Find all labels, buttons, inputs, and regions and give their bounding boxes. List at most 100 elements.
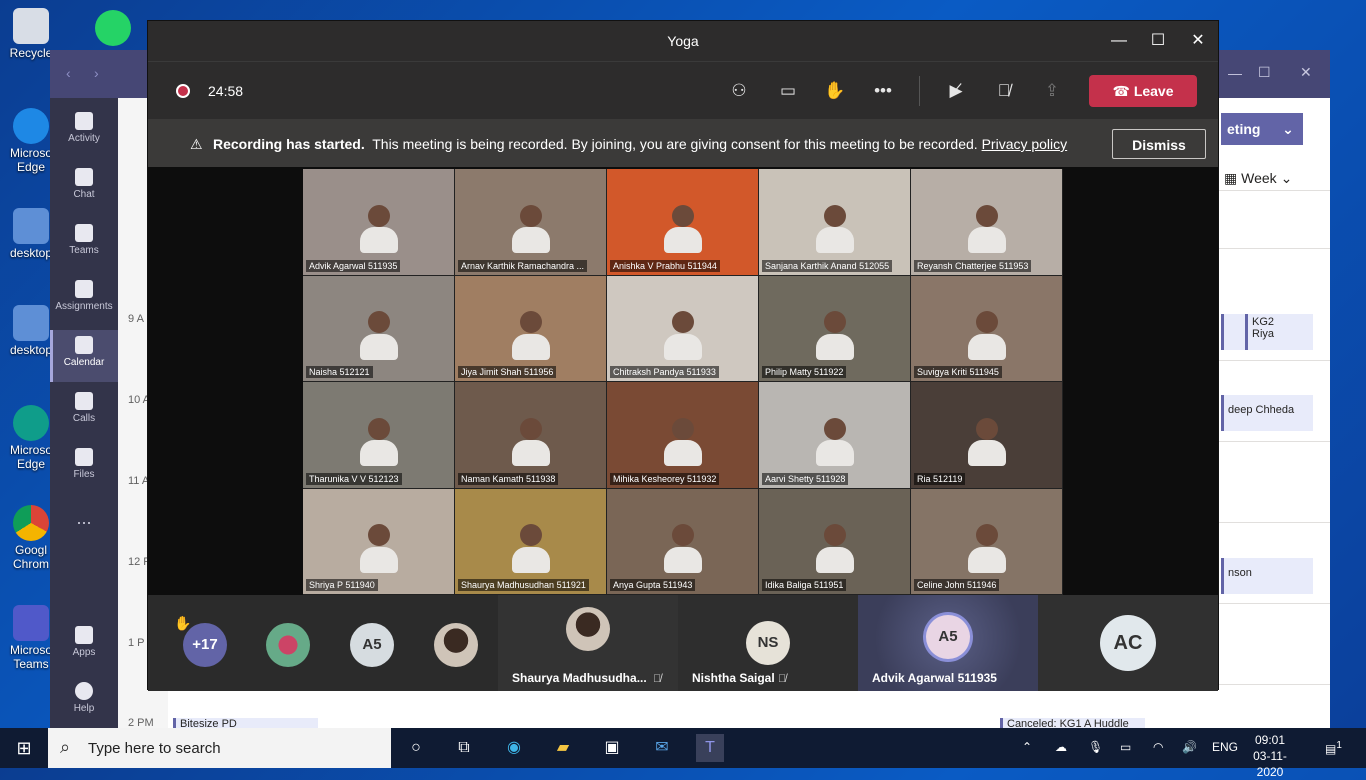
view-selector[interactable]: ▦ Week ⌄ bbox=[1224, 170, 1292, 187]
video-tile[interactable]: Philip Matty 511922 bbox=[759, 275, 911, 382]
mic-off-icon[interactable]: 🎙̸ bbox=[993, 80, 1015, 102]
video-tile[interactable]: Tharunika V V 512123 bbox=[303, 382, 455, 489]
video-tile[interactable]: Celine John 511946 bbox=[911, 488, 1063, 595]
video-tile[interactable]: Mihika Kesheorey 511932 bbox=[607, 382, 759, 489]
participant-video-body bbox=[815, 440, 854, 467]
desktop-file-icon[interactable]: desktop bbox=[6, 305, 56, 357]
edge-glyph bbox=[13, 405, 49, 441]
participant-video-head bbox=[519, 524, 542, 547]
calendar-event[interactable]: deep Chheda bbox=[1221, 395, 1313, 431]
video-tile[interactable]: Reyansh Chatterjee 511953 bbox=[911, 169, 1063, 276]
notification-icon: ▤ bbox=[1325, 742, 1337, 756]
language-indicator[interactable]: ENG bbox=[1212, 740, 1238, 754]
participant-card-active-speaker[interactable]: A5 Advik Agarwal 511935 bbox=[858, 595, 1038, 691]
chrome-shortcut-icon[interactable]: Googl Chrom bbox=[6, 505, 56, 571]
close-icon[interactable]: ✕ bbox=[1300, 64, 1312, 81]
windows-start-icon[interactable]: ⊞ bbox=[0, 728, 48, 768]
onedrive-icon[interactable]: ☁ bbox=[1055, 740, 1067, 754]
calendar-event[interactable]: KG2 Riya bbox=[1245, 314, 1313, 350]
minimize-icon[interactable]: — bbox=[1106, 29, 1132, 53]
microphone-icon[interactable]: 🎙 bbox=[1088, 740, 1103, 754]
edge-new-shortcut-icon[interactable]: Microso Edge bbox=[6, 405, 56, 471]
participant-avatar[interactable] bbox=[434, 623, 478, 667]
leave-button[interactable]: ☎ Leave bbox=[1089, 75, 1197, 107]
maximize-icon[interactable]: ☐ bbox=[1145, 29, 1171, 53]
video-tile[interactable]: Shaurya Madhusudhan 511921 bbox=[455, 488, 607, 595]
video-tile[interactable]: Advik Agarwal 511935 bbox=[303, 169, 455, 276]
teams-taskbar-icon[interactable]: T bbox=[696, 734, 724, 762]
meet-now-button[interactable]: eting bbox=[1221, 113, 1277, 145]
video-tile[interactable]: Aarvi Shetty 511928 bbox=[759, 382, 911, 489]
calendar-event[interactable] bbox=[1221, 314, 1245, 350]
calendar-event[interactable]: nson bbox=[1221, 558, 1313, 594]
whatsapp-icon[interactable] bbox=[88, 10, 138, 48]
maximize-icon[interactable]: ☐ bbox=[1258, 64, 1271, 81]
participant-card[interactable]: Shaurya Madhusudha... 🎙̸ bbox=[498, 595, 678, 691]
edge-taskbar-icon[interactable]: ◉ bbox=[500, 734, 528, 762]
video-tile[interactable]: Arnav Karthik Ramachandra ... bbox=[455, 169, 607, 276]
overflow-participants[interactable]: +17 bbox=[183, 623, 227, 667]
participant-avatar: A5 bbox=[926, 615, 970, 659]
wifi-icon[interactable]: ◠ bbox=[1153, 740, 1163, 754]
system-clock[interactable]: 09:01 03-11-2020 bbox=[1244, 732, 1296, 780]
rail-help[interactable]: Help bbox=[50, 676, 118, 728]
privacy-policy-link[interactable]: Privacy policy bbox=[982, 136, 1068, 152]
video-tile[interactable]: Sanjana Karthik Anand 512055 bbox=[759, 169, 911, 276]
cortana-icon[interactable]: ○ bbox=[402, 734, 430, 762]
rail-activity[interactable]: Activity bbox=[50, 106, 118, 158]
video-tile[interactable]: Naman Kamath 511938 bbox=[455, 382, 607, 489]
rail-files[interactable]: Files bbox=[50, 442, 118, 494]
rail-teams[interactable]: Teams bbox=[50, 218, 118, 270]
rail-calls[interactable]: Calls bbox=[50, 386, 118, 438]
video-tile[interactable]: Chitraksh Pandya 511933 bbox=[607, 275, 759, 382]
meet-now-dropdown[interactable]: ⌄ bbox=[1273, 113, 1303, 145]
video-tile[interactable]: Anya Gupta 511943 bbox=[607, 488, 759, 595]
task-view-icon[interactable]: ⧉ bbox=[450, 734, 478, 762]
chat-icon[interactable]: ▭ bbox=[777, 80, 799, 102]
video-tile[interactable]: Suvigya Kriti 511945 bbox=[911, 275, 1063, 382]
participants-icon[interactable]: ⚇ bbox=[728, 80, 750, 102]
volume-icon[interactable]: 🔊 bbox=[1182, 740, 1197, 754]
show-hidden-icons[interactable]: ⌃ bbox=[1022, 740, 1032, 754]
participant-video-head bbox=[519, 417, 542, 440]
teams-shortcut-icon[interactable]: Microso Teams bbox=[6, 605, 56, 671]
raise-hand-icon[interactable]: ✋ bbox=[824, 80, 846, 102]
desktop-file-icon[interactable]: desktop bbox=[6, 208, 56, 260]
event-title: deep Chheda bbox=[1228, 404, 1295, 416]
participant-card[interactable]: AC bbox=[1038, 595, 1218, 691]
forward-icon[interactable]: › bbox=[94, 65, 99, 81]
mail-icon[interactable]: ✉ bbox=[648, 734, 676, 762]
video-tile[interactable]: Naisha 512121 bbox=[303, 275, 455, 382]
rail-apps[interactable]: Apps bbox=[50, 620, 118, 672]
rail-calendar[interactable]: Calendar bbox=[50, 330, 118, 382]
video-tile[interactable]: Idika Baliga 511951 bbox=[759, 488, 911, 595]
participant-avatar[interactable]: A5 bbox=[350, 623, 394, 667]
notification-center[interactable]: ▤1 bbox=[1325, 740, 1342, 756]
rail-chat[interactable]: Chat bbox=[50, 162, 118, 214]
recycle-bin-icon[interactable]: Recycle bbox=[6, 8, 56, 60]
rail-more[interactable]: ... bbox=[50, 498, 118, 550]
back-icon[interactable]: ‹ bbox=[66, 65, 71, 81]
video-tile[interactable]: Shriya P 511940 bbox=[303, 488, 455, 595]
calendar-event[interactable]: Canceled: KG1 A Huddle bbox=[1000, 718, 1145, 730]
edge-shortcut-icon[interactable]: Microso Edge bbox=[6, 108, 56, 174]
store-icon[interactable]: ▣ bbox=[598, 734, 626, 762]
video-tile[interactable]: Anishka V Prabhu 511944 bbox=[607, 169, 759, 276]
video-tile[interactable]: Ria 512119 bbox=[911, 382, 1063, 489]
close-icon[interactable]: ✕ bbox=[1185, 29, 1211, 53]
file-glyph bbox=[13, 305, 49, 341]
rail-assignments[interactable]: Assignments bbox=[50, 274, 118, 326]
participant-card[interactable]: NS Nishtha Saigal 🎙̸ bbox=[678, 595, 858, 691]
video-tile[interactable]: Jiya Jimit Shah 511956 bbox=[455, 275, 607, 382]
participant-avatar[interactable] bbox=[266, 623, 310, 667]
video-tile-name: Philip Matty 511922 bbox=[762, 366, 847, 378]
share-screen-icon[interactable]: ⇪ bbox=[1041, 80, 1063, 102]
battery-icon[interactable]: ▭ bbox=[1120, 740, 1131, 754]
camera-off-icon[interactable]: ▶̸ bbox=[945, 80, 967, 102]
file-explorer-icon[interactable]: ▰ bbox=[549, 734, 577, 762]
taskbar-search[interactable]: ⌕ Type here to search bbox=[48, 728, 391, 768]
dismiss-button[interactable]: Dismiss bbox=[1112, 129, 1206, 159]
calendar-event[interactable]: Bitesize PD bbox=[173, 718, 318, 730]
more-actions-icon[interactable]: ••• bbox=[872, 80, 894, 102]
minimize-icon[interactable]: — bbox=[1228, 65, 1242, 81]
